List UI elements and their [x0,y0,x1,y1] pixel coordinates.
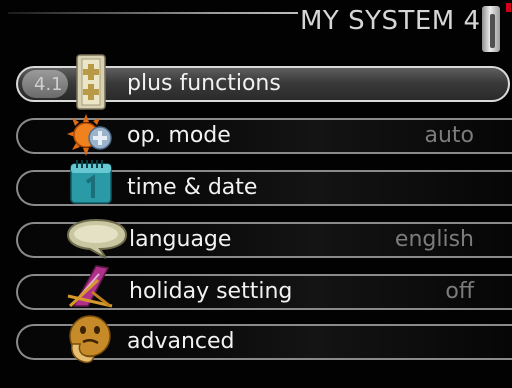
menu-item-value: off [445,279,474,304]
menu-item-label: time & date [127,175,258,200]
sun-thermometer-icon [67,114,112,156]
menu-item-label: op. mode [127,123,231,148]
thinking-face-icon [69,315,111,364]
menu-item-label: language [129,227,232,252]
menu-index-label: 4.1 [34,74,63,95]
deck-chair-icon [67,265,113,308]
header-line [8,12,298,14]
menu-item-label: holiday setting [129,279,293,304]
display-screen: MY SYSTEM 4 4.1 plus functions op. mode … [0,0,512,388]
calendar-icon [70,160,112,204]
scroll-position-marker [506,3,511,12]
plus-functions-icon [76,54,106,110]
menu-item-label: advanced [127,329,235,354]
menu-item-label: plus functions [127,71,281,96]
menu-item-value: auto [424,123,474,148]
page-title: MY SYSTEM 4 [300,6,481,36]
scrollbar-thumb[interactable] [490,14,495,48]
speech-bubble-icon [66,218,128,259]
menu-item-value: english [394,227,474,252]
